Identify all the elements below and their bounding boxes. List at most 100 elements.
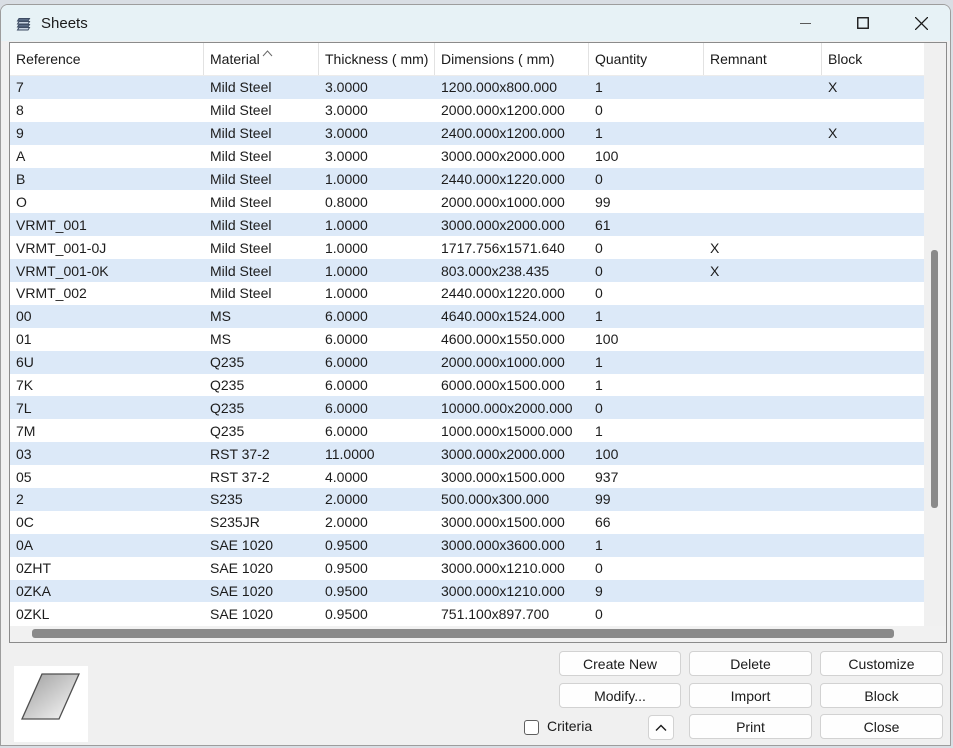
table-row[interactable]: 2 S235 2.0000 500.000x300.000 99 bbox=[10, 488, 924, 511]
cell-dimensions: 10000.000x2000.000 bbox=[435, 396, 589, 419]
table-row[interactable]: VRMT_001 Mild Steel 1.0000 3000.000x2000… bbox=[10, 213, 924, 236]
cell-material: MS bbox=[204, 328, 319, 351]
table-row[interactable]: 01 MS 6.0000 4600.000x1550.000 100 bbox=[10, 328, 924, 351]
cell-remnant bbox=[704, 305, 822, 328]
cell-reference: 7L bbox=[10, 396, 204, 419]
cell-reference: 7 bbox=[10, 76, 204, 99]
cell-quantity: 0 bbox=[589, 259, 704, 282]
cell-remnant bbox=[704, 351, 822, 374]
create-new-button[interactable]: Create New bbox=[559, 651, 681, 676]
cell-reference: VRMT_001-0K bbox=[10, 259, 204, 282]
table-header-row: Reference Material Thickness ( mm) Dimen… bbox=[10, 43, 924, 76]
horizontal-scrollbar-thumb[interactable] bbox=[32, 629, 894, 638]
table-row[interactable]: 0A SAE 1020 0.9500 3000.000x3600.000 1 bbox=[10, 534, 924, 557]
cell-reference: 0ZHT bbox=[10, 557, 204, 580]
sheets-table: Reference Material Thickness ( mm) Dimen… bbox=[9, 42, 947, 643]
vertical-scrollbar-thumb[interactable] bbox=[931, 250, 938, 508]
close-button[interactable] bbox=[892, 5, 950, 41]
table-row[interactable]: 7M Q235 6.0000 1000.000x15000.000 1 bbox=[10, 419, 924, 442]
cell-thickness: 0.9500 bbox=[319, 602, 435, 625]
minimize-button[interactable] bbox=[776, 5, 834, 41]
cell-block bbox=[822, 374, 924, 397]
column-header-remnant[interactable]: Remnant bbox=[704, 43, 822, 75]
cell-reference: 01 bbox=[10, 328, 204, 351]
cell-block bbox=[822, 145, 924, 168]
cell-remnant bbox=[704, 328, 822, 351]
expand-criteria-button[interactable] bbox=[648, 715, 674, 740]
cell-remnant bbox=[704, 122, 822, 145]
cell-thickness: 0.9500 bbox=[319, 580, 435, 603]
cell-material: SAE 1020 bbox=[204, 534, 319, 557]
table-row[interactable]: 7K Q235 6.0000 6000.000x1500.000 1 bbox=[10, 374, 924, 397]
column-header-reference[interactable]: Reference bbox=[10, 43, 204, 75]
column-header-quantity[interactable]: Quantity bbox=[589, 43, 704, 75]
column-header-thickness[interactable]: Thickness ( mm) bbox=[319, 43, 435, 75]
table-row[interactable]: VRMT_001-0J Mild Steel 1.0000 1717.756x1… bbox=[10, 236, 924, 259]
cell-thickness: 3.0000 bbox=[319, 76, 435, 99]
cell-block bbox=[822, 168, 924, 191]
column-header-block[interactable]: Block bbox=[822, 43, 924, 75]
block-button[interactable]: Block bbox=[820, 683, 943, 708]
table-row[interactable]: 6U Q235 6.0000 2000.000x1000.000 1 bbox=[10, 351, 924, 374]
cell-quantity: 99 bbox=[589, 190, 704, 213]
cell-remnant: X bbox=[704, 236, 822, 259]
cell-reference: 0A bbox=[10, 534, 204, 557]
cell-remnant bbox=[704, 168, 822, 191]
cell-remnant bbox=[704, 602, 822, 625]
table-row[interactable]: 03 RST 37-2 11.0000 3000.000x2000.000 10… bbox=[10, 442, 924, 465]
cell-block: X bbox=[822, 122, 924, 145]
cell-material: Mild Steel bbox=[204, 190, 319, 213]
cell-thickness: 11.0000 bbox=[319, 442, 435, 465]
cell-remnant bbox=[704, 190, 822, 213]
table-row[interactable]: VRMT_001-0K Mild Steel 1.0000 803.000x23… bbox=[10, 259, 924, 282]
print-button[interactable]: Print bbox=[689, 714, 812, 739]
cell-material: Mild Steel bbox=[204, 236, 319, 259]
sheets-stack-icon bbox=[15, 14, 33, 32]
column-header-dimensions[interactable]: Dimensions ( mm) bbox=[435, 43, 589, 75]
table-row[interactable]: 00 MS 6.0000 4640.000x1524.000 1 bbox=[10, 305, 924, 328]
table-row[interactable]: 05 RST 37-2 4.0000 3000.000x1500.000 937 bbox=[10, 465, 924, 488]
vertical-scrollbar[interactable] bbox=[924, 43, 946, 626]
cell-block bbox=[822, 305, 924, 328]
delete-button[interactable]: Delete bbox=[689, 651, 812, 676]
criteria-checkbox[interactable] bbox=[524, 720, 539, 735]
cell-dimensions: 2000.000x1000.000 bbox=[435, 190, 589, 213]
cell-remnant bbox=[704, 511, 822, 534]
table-row[interactable]: A Mild Steel 3.0000 3000.000x2000.000 10… bbox=[10, 145, 924, 168]
maximize-button[interactable] bbox=[834, 5, 892, 41]
table-row[interactable]: 7L Q235 6.0000 10000.000x2000.000 0 bbox=[10, 396, 924, 419]
cell-dimensions: 500.000x300.000 bbox=[435, 488, 589, 511]
cell-quantity: 1 bbox=[589, 76, 704, 99]
cell-dimensions: 2400.000x1200.000 bbox=[435, 122, 589, 145]
table-row[interactable]: O Mild Steel 0.8000 2000.000x1000.000 99 bbox=[10, 190, 924, 213]
table-row[interactable]: 0ZKL SAE 1020 0.9500 751.100x897.700 0 bbox=[10, 602, 924, 625]
modify-button[interactable]: Modify... bbox=[559, 683, 681, 708]
table-row[interactable]: 8 Mild Steel 3.0000 2000.000x1200.000 0 bbox=[10, 99, 924, 122]
table-row[interactable]: 9 Mild Steel 3.0000 2400.000x1200.000 1 … bbox=[10, 122, 924, 145]
sort-ascending-icon bbox=[262, 44, 273, 60]
cell-quantity: 1 bbox=[589, 419, 704, 442]
table-row[interactable]: 0C S235JR 2.0000 3000.000x1500.000 66 bbox=[10, 511, 924, 534]
cell-quantity: 937 bbox=[589, 465, 704, 488]
horizontal-scrollbar[interactable] bbox=[10, 626, 946, 642]
table-row[interactable]: B Mild Steel 1.0000 2440.000x1220.000 0 bbox=[10, 168, 924, 191]
column-header-material[interactable]: Material bbox=[204, 43, 319, 75]
cell-quantity: 0 bbox=[589, 99, 704, 122]
cell-dimensions: 803.000x238.435 bbox=[435, 259, 589, 282]
table-row[interactable]: 0ZKA SAE 1020 0.9500 3000.000x1210.000 9 bbox=[10, 580, 924, 603]
table-row[interactable]: 7 Mild Steel 3.0000 1200.000x800.000 1 X bbox=[10, 76, 924, 99]
cell-quantity: 0 bbox=[589, 168, 704, 191]
cell-remnant bbox=[704, 99, 822, 122]
cell-dimensions: 3000.000x3600.000 bbox=[435, 534, 589, 557]
import-button[interactable]: Import bbox=[689, 683, 812, 708]
table-row[interactable]: 0ZHT SAE 1020 0.9500 3000.000x1210.000 0 bbox=[10, 557, 924, 580]
cell-block bbox=[822, 602, 924, 625]
cell-dimensions: 2000.000x1200.000 bbox=[435, 99, 589, 122]
table-row[interactable]: VRMT_002 Mild Steel 1.0000 2440.000x1220… bbox=[10, 282, 924, 305]
customize-button[interactable]: Customize bbox=[820, 651, 943, 676]
sheet-parallelogram-icon bbox=[14, 666, 88, 742]
cell-block bbox=[822, 236, 924, 259]
close-dialog-button[interactable]: Close bbox=[820, 714, 943, 739]
cell-block bbox=[822, 282, 924, 305]
cell-reference: VRMT_001 bbox=[10, 213, 204, 236]
